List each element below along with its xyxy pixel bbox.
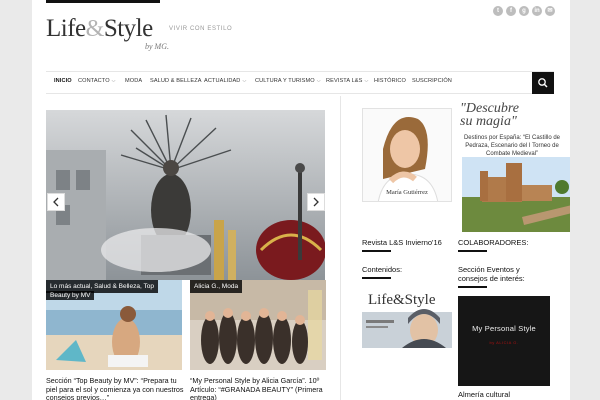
- logo-ampersand: &: [85, 16, 105, 42]
- nav-label: INICIO: [54, 78, 72, 84]
- my-personal-style-banner[interactable]: My Personal Style by ALICIA G.: [458, 296, 550, 386]
- nav-label: MODA: [125, 78, 143, 84]
- search-icon: [538, 78, 548, 88]
- widget-title-revista: Revista L&S Invierno'16: [362, 238, 442, 247]
- main-navigation: INICIO CONTACTO ⌵ MODA SALUD & BELLEZA AC…: [46, 71, 554, 94]
- nav-label: REVISTA L&S: [326, 78, 363, 84]
- post-title[interactable]: “My Personal Style by Alicia García”. 10…: [190, 376, 328, 400]
- group-photo: [190, 280, 326, 370]
- nav-item-inicio[interactable]: INICIO: [54, 78, 72, 84]
- site-tagline: VIVIR CON ESTILO: [169, 26, 233, 32]
- widget-title-almeria: Almería cultural: [458, 390, 511, 399]
- chevron-down-icon: ⌵: [364, 78, 369, 84]
- nav-item-cultura-turismo[interactable]: CULTURA Y TURISMO ⌵: [255, 78, 321, 84]
- chevron-left-icon: [53, 197, 59, 207]
- email-icon[interactable]: ✉: [545, 6, 555, 16]
- google-plus-icon[interactable]: g: [519, 6, 529, 16]
- logo-style: Style: [103, 15, 153, 42]
- post-thumbnail-style[interactable]: [190, 280, 326, 370]
- author-name: María Gutiérrez: [386, 189, 428, 196]
- facebook-icon[interactable]: f: [506, 6, 516, 16]
- procession-photo: [46, 110, 325, 280]
- nav-label: SUSCRIPCIÓN: [412, 78, 452, 84]
- nav-search-button[interactable]: [532, 72, 554, 94]
- sidebar-quote: "Descubre su magia": [460, 102, 519, 129]
- nav-item-suscripcion[interactable]: SUSCRIPCIÓN: [412, 78, 452, 84]
- widget-title-contenidos: Contenidos:: [362, 265, 403, 274]
- linkedin-icon[interactable]: in: [532, 6, 542, 16]
- widget-title-eventos-2: consejos de interés:: [458, 274, 525, 283]
- featured-slider-image[interactable]: [46, 110, 325, 280]
- chevron-down-icon: ⌵: [242, 78, 247, 84]
- widget-title-eventos-1: Sección Eventos y: [458, 265, 520, 274]
- nav-item-moda[interactable]: MODA: [125, 78, 142, 84]
- top-accent-bar: [46, 0, 160, 3]
- nav-label: CONTACTO: [78, 78, 110, 84]
- chevron-right-icon: [313, 197, 319, 207]
- column-divider: [340, 96, 341, 400]
- chevron-down-icon: ⌵: [111, 78, 116, 84]
- banner-title: Life&Style: [368, 292, 436, 308]
- social-links: t f g in ✉: [493, 6, 555, 16]
- quote-line: su magia": [460, 114, 517, 129]
- nav-item-contacto[interactable]: CONTACTO ⌵: [78, 78, 116, 84]
- widget-title-underline: [362, 250, 391, 252]
- widget-title-colaboradores: COLABORADORES:: [458, 238, 529, 247]
- castle-image[interactable]: [462, 157, 570, 232]
- nav-label: HISTÓRICO: [374, 78, 406, 84]
- castle-caption[interactable]: Destinos por España: “El Castillo de Ped…: [462, 134, 562, 158]
- page: Life&Style by MG. VIVIR CON ESTILO t f g…: [32, 0, 570, 400]
- castle-photo: [462, 157, 570, 232]
- widget-title-underline: [458, 286, 487, 288]
- nav-item-revista[interactable]: REVISTA L&S ⌵: [326, 78, 368, 84]
- nav-item-actualidad[interactable]: ACTUALIDAD ⌵: [204, 78, 246, 84]
- nav-item-salud-belleza[interactable]: SALUD & BELLEZA: [150, 78, 202, 84]
- nav-label: CULTURA Y TURISMO: [255, 78, 315, 84]
- post-category-tag[interactable]: Beauty by MV: [46, 291, 95, 300]
- slider-next-button[interactable]: [307, 193, 325, 211]
- mps-title: My Personal Style: [472, 324, 536, 333]
- widget-title-underline: [458, 250, 487, 252]
- logo-byline: by MG.: [145, 42, 169, 51]
- slider-prev-button[interactable]: [47, 193, 65, 211]
- logo-life: Life: [46, 15, 86, 42]
- post-category-tag[interactable]: Alicia G., Moda: [190, 280, 243, 293]
- chevron-down-icon: ⌵: [316, 78, 321, 84]
- nav-item-historico[interactable]: HISTÓRICO: [374, 78, 406, 84]
- mps-subtitle: by ALICIA G.: [489, 340, 519, 345]
- post-title[interactable]: Sección “Top Beauty by MV”: “Prepara tu …: [46, 376, 184, 400]
- nav-label: SALUD & BELLEZA: [150, 78, 202, 84]
- widget-title-underline: [362, 277, 391, 279]
- twitter-icon[interactable]: t: [493, 6, 503, 16]
- site-logo[interactable]: Life&Style: [46, 16, 153, 41]
- nav-label: ACTUALIDAD: [204, 78, 241, 84]
